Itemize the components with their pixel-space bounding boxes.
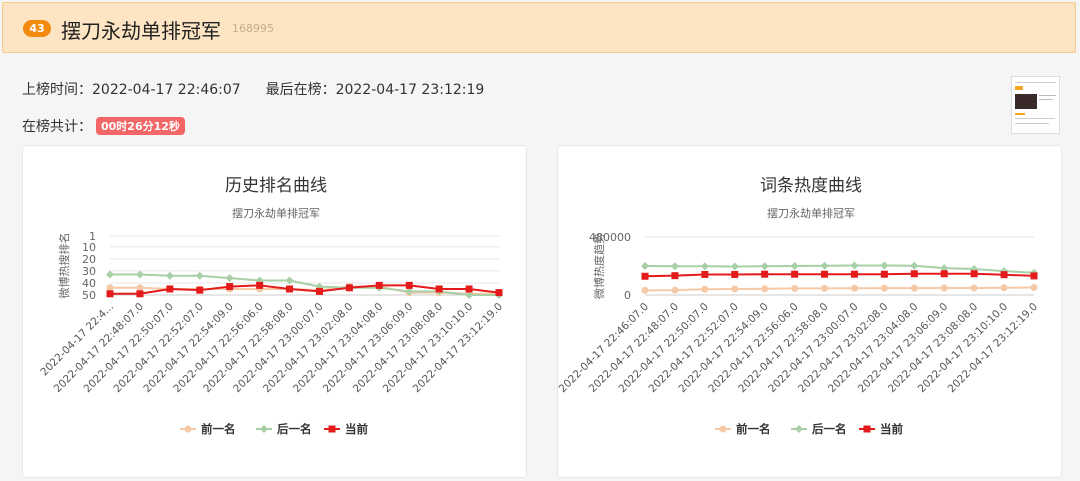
data-point — [495, 289, 503, 297]
data-point — [136, 290, 144, 298]
data-point — [225, 274, 234, 283]
data-point — [405, 281, 413, 289]
time-info: 上榜时间：2022-04-17 22:46:07 最后在榜：2022-04-17… — [22, 79, 484, 99]
legend-label: 后一名 — [812, 422, 847, 436]
data-point — [761, 270, 769, 278]
data-point — [701, 285, 709, 293]
data-point — [286, 285, 294, 293]
y-tick-label: 30 — [82, 265, 96, 278]
last-time-label: 最后在榜： — [265, 82, 336, 98]
data-point — [136, 284, 144, 292]
data-point — [761, 285, 769, 293]
data-point — [821, 284, 829, 292]
data-point — [226, 283, 234, 291]
topic-header: 43 摆刀永劫单排冠军 168995 — [2, 2, 1076, 53]
data-point — [910, 270, 918, 278]
on-time-label: 上榜时间： — [22, 82, 92, 98]
data-point — [1030, 284, 1038, 292]
data-point — [701, 270, 709, 278]
data-point — [940, 270, 948, 278]
data-point — [730, 262, 739, 271]
legend-marker — [184, 425, 192, 433]
data-point — [850, 261, 859, 270]
rank-chart-card: 历史排名曲线 摆刀永劫单排冠军 1 10 20 30 40 50 微博热搜排名 2022-04-1… — [22, 145, 527, 478]
y-tick-label: 40 — [82, 277, 96, 290]
legend-label: 后一名 — [277, 422, 312, 436]
data-point — [910, 261, 919, 270]
legend-marker — [863, 425, 871, 433]
data-point — [106, 290, 114, 298]
data-point — [1000, 271, 1008, 279]
data-point — [166, 285, 174, 293]
data-point — [195, 271, 204, 280]
data-point — [910, 284, 918, 292]
y-tick-label: 10 — [82, 241, 96, 254]
duration-label: 在榜共计： — [22, 119, 92, 135]
data-point — [821, 270, 829, 278]
data-point — [135, 270, 144, 279]
data-point — [880, 261, 889, 270]
screenshot-thumbnail[interactable] — [1011, 76, 1060, 134]
legend-label: 前一名 — [201, 422, 236, 436]
chart-subtitle: 摆刀永劫单排冠军 — [767, 206, 855, 220]
data-point — [670, 262, 679, 271]
data-point — [1000, 284, 1008, 292]
data-point — [375, 281, 383, 289]
y-axis-label: 微博热度趋势 — [592, 233, 606, 299]
data-point — [345, 284, 353, 292]
chart-title: 词条热度曲线 — [760, 176, 862, 196]
legend-label: 当前 — [880, 422, 903, 436]
chart-title: 历史排名曲线 — [225, 176, 327, 196]
data-point — [465, 285, 473, 293]
data-point — [850, 284, 858, 292]
data-point — [880, 284, 888, 292]
data-point — [790, 262, 799, 270]
y-tick-label: 0 — [624, 289, 631, 302]
data-point — [731, 270, 739, 278]
data-point — [641, 272, 649, 280]
data-point — [641, 262, 649, 270]
last-time-value: 2022-04-17 23:12:19 — [335, 82, 485, 98]
data-point — [256, 281, 264, 289]
data-point — [820, 261, 829, 270]
data-point — [731, 285, 739, 293]
data-point — [671, 286, 679, 294]
data-point — [106, 270, 114, 279]
data-point — [165, 271, 174, 280]
rank-badge: 43 — [23, 20, 51, 37]
y-axis-label: 微博热搜排名 — [57, 233, 71, 299]
legend-marker — [719, 425, 727, 433]
data-point — [970, 270, 978, 278]
chart-subtitle: 摆刀永劫单排冠军 — [232, 206, 320, 220]
data-point — [1030, 272, 1038, 280]
data-point — [196, 286, 204, 294]
heat-chart-card: 词条热度曲线 摆刀永劫单排冠军 0 480000 微博热度趋势 2022-04-17 22… — [557, 145, 1062, 478]
on-time-value: 2022-04-17 22:46:07 — [92, 82, 241, 98]
data-point — [106, 284, 114, 292]
data-point — [435, 285, 443, 293]
data-point — [700, 262, 709, 271]
data-point — [315, 287, 323, 295]
legend-label: 当前 — [345, 422, 368, 436]
data-point — [671, 272, 679, 280]
data-point — [791, 284, 799, 292]
data-point — [791, 270, 799, 278]
topic-title[interactable]: 摆刀永劫单排冠军 — [61, 15, 221, 44]
data-point — [970, 284, 978, 292]
data-point — [850, 270, 858, 278]
data-point — [880, 270, 888, 278]
data-point — [641, 286, 649, 294]
duration-badge: 00时26分12秒 — [96, 117, 185, 135]
y-tick-label: 50 — [82, 289, 96, 302]
legend-marker — [260, 425, 268, 433]
topic-count: 168995 — [232, 22, 274, 35]
data-point — [760, 262, 769, 271]
rank-chart: 历史排名曲线摆刀永劫单排冠军11020304050微博热搜排名2022-04-1… — [38, 176, 505, 436]
heat-chart: 词条热度曲线摆刀永劫单排冠军0480000微博热度趋势2022-04-17 22… — [558, 176, 1040, 436]
duration-info: 在榜共计： 00时26分12秒 — [22, 116, 185, 136]
legend-marker — [328, 425, 336, 433]
legend-label: 前一名 — [736, 422, 771, 436]
data-point — [940, 284, 948, 292]
legend-marker — [795, 425, 803, 433]
